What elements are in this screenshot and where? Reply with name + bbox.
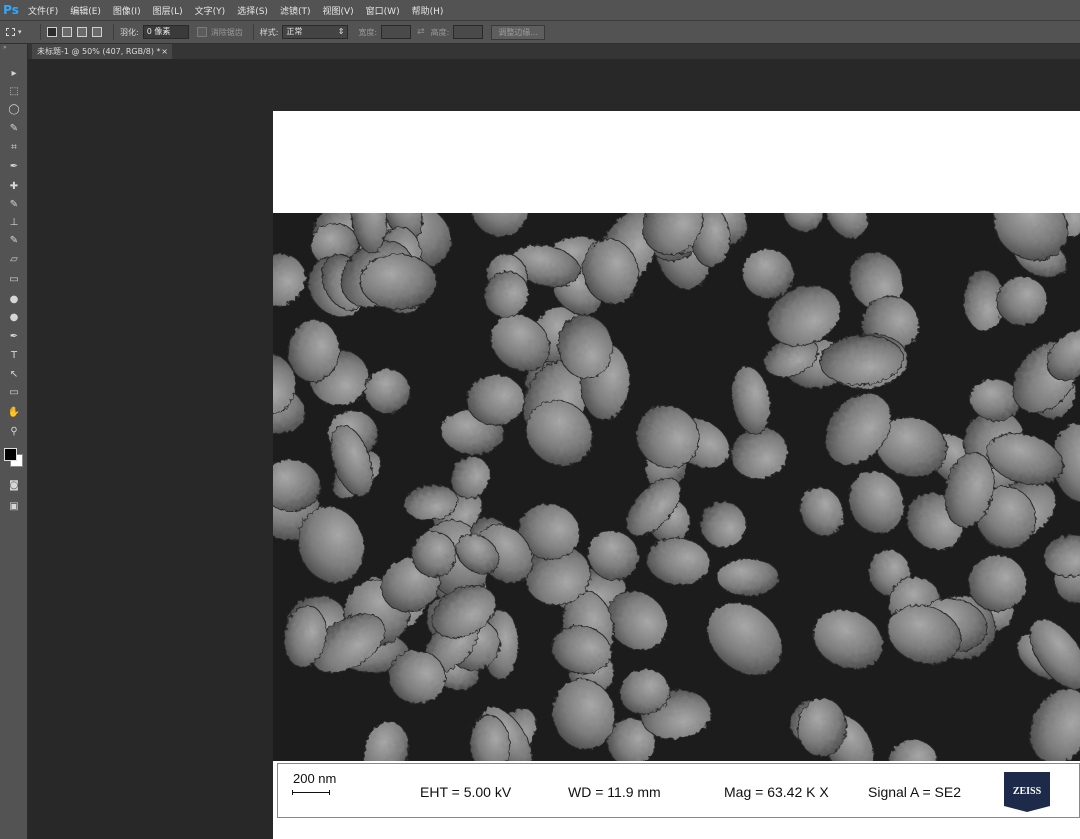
screen-mode-icon[interactable]: ▣: [6, 499, 22, 513]
menu-help[interactable]: 帮助(H): [406, 4, 450, 17]
feather-input[interactable]: 0 像素: [142, 25, 189, 39]
dodge-icon[interactable]: ●: [6, 310, 22, 324]
menu-select[interactable]: 选择(S): [231, 4, 274, 17]
svg-text:ZEISS: ZEISS: [1013, 786, 1042, 797]
document-tab[interactable]: 未标题-1 @ 50% (407, RGB/8) * ×: [32, 44, 172, 59]
wd-value: WD = 11.9 mm: [568, 784, 661, 800]
marquee-icon[interactable]: ⬚: [6, 84, 22, 98]
add-selection-icon[interactable]: [62, 27, 72, 37]
feather-label: 羽化:: [120, 27, 139, 37]
lasso-icon[interactable]: ◯: [6, 102, 22, 116]
hand-icon[interactable]: ✋: [6, 405, 22, 419]
type-icon[interactable]: T: [6, 348, 22, 362]
history-brush-icon[interactable]: ✎: [6, 233, 22, 247]
divider: [113, 24, 114, 40]
particle: [716, 558, 780, 597]
menu-window[interactable]: 窗口(W): [360, 4, 406, 17]
blur-icon[interactable]: ●: [6, 292, 22, 306]
panel-grip-icon[interactable]: »: [0, 44, 27, 52]
menu-image[interactable]: 图像(I): [107, 4, 147, 17]
quick-mask-icon[interactable]: ◙: [6, 478, 22, 492]
antialias-checkbox[interactable]: [196, 27, 207, 37]
divider: [252, 24, 254, 40]
sem-image: [273, 213, 1080, 761]
divider: [40, 24, 41, 40]
scale-bar-label: 200 nm: [293, 771, 337, 786]
sem-info-bar: 200 nm EHT = 5.00 kV WD = 11.9 mm Mag = …: [277, 763, 1080, 818]
path-select-icon[interactable]: ↖: [6, 367, 22, 381]
document-canvas[interactable]: 200 nm EHT = 5.00 kV WD = 11.9 mm Mag = …: [273, 111, 1080, 839]
shape-icon[interactable]: ▭: [6, 385, 22, 399]
chevron-down-icon: ▾: [18, 28, 22, 36]
document-tab-title: 未标题-1 @ 50% (407, RGB/8) *: [37, 47, 161, 56]
menu-bar: Ps 文件(F) 编辑(E) 图像(I) 图层(L) 文字(Y) 选择(S) 滤…: [0, 0, 1080, 20]
menu-layer[interactable]: 图层(L): [147, 4, 189, 17]
photoshop-logo: Ps: [3, 3, 19, 17]
healing-brush-icon[interactable]: ✚: [6, 179, 22, 193]
width-input[interactable]: [381, 25, 412, 39]
particle: [466, 374, 525, 426]
gradient-icon[interactable]: ▭: [6, 272, 22, 286]
options-bar: ▾ 羽化: 0 像素 消除锯齿 样式: 正常 ⇕ 宽度: ⇄ 高度: 调整边缘.…: [0, 20, 1080, 44]
menu-edit[interactable]: 编辑(E): [64, 4, 107, 17]
style-select-value: 正常: [286, 27, 303, 36]
subtract-selection-icon[interactable]: [77, 27, 87, 37]
rect-marquee-icon: [6, 28, 15, 36]
zeiss-logo: ZEISS: [1004, 772, 1050, 812]
particle: [359, 253, 437, 311]
new-selection-icon[interactable]: [47, 27, 57, 37]
height-label: 高度:: [430, 27, 450, 37]
brush-icon[interactable]: ✎: [6, 197, 22, 211]
zoom-icon[interactable]: ⚲: [6, 424, 22, 438]
tools-panel: » ▸ ⬚ ◯ ✎ ⌗ ✒ ✚ ✎ ⊥ ✎ ▱ ▭ ● ● ✒ T ↖ ▭ ✋ ⚲ ◙ ▣: [0, 44, 28, 839]
width-label: 宽度:: [358, 27, 378, 37]
eraser-icon[interactable]: ▱: [6, 252, 22, 266]
intersect-selection-icon[interactable]: [92, 27, 102, 37]
style-label: 样式:: [259, 27, 279, 37]
crop-icon[interactable]: ⌗: [6, 140, 22, 154]
menu-view[interactable]: 视图(V): [316, 4, 359, 17]
height-input[interactable]: [453, 25, 484, 39]
clone-stamp-icon[interactable]: ⊥: [6, 215, 22, 229]
chevron-updown-icon: ⇕: [337, 27, 345, 36]
close-icon[interactable]: ×: [161, 44, 168, 59]
antialias-label: 消除锯齿: [210, 27, 243, 37]
swap-icon[interactable]: ⇄: [417, 27, 425, 37]
move-icon[interactable]: ▸: [6, 66, 22, 80]
foreground-color-swatch[interactable]: [4, 448, 17, 461]
quick-select-icon[interactable]: ✎: [6, 121, 22, 135]
mag-value: Mag = 63.42 K X: [724, 784, 829, 800]
tool-preset-picker[interactable]: ▾: [6, 24, 34, 40]
eyedropper-icon[interactable]: ✒: [6, 159, 22, 173]
menu-file[interactable]: 文件(F): [22, 4, 64, 17]
scale-bar: [292, 790, 330, 795]
menu-type[interactable]: 文字(Y): [189, 4, 232, 17]
menu-filter[interactable]: 滤镜(T): [274, 4, 317, 17]
signal-value: Signal A = SE2: [868, 784, 962, 800]
eht-value: EHT = 5.00 kV: [420, 784, 512, 800]
style-select[interactable]: 正常 ⇕: [282, 25, 349, 39]
pen-icon[interactable]: ✒: [6, 329, 22, 343]
color-swatches[interactable]: [4, 448, 24, 468]
refine-edge-button[interactable]: 调整边缘...: [491, 24, 545, 40]
document-tab-bar: 未标题-1 @ 50% (407, RGB/8) * ×: [28, 44, 1080, 59]
